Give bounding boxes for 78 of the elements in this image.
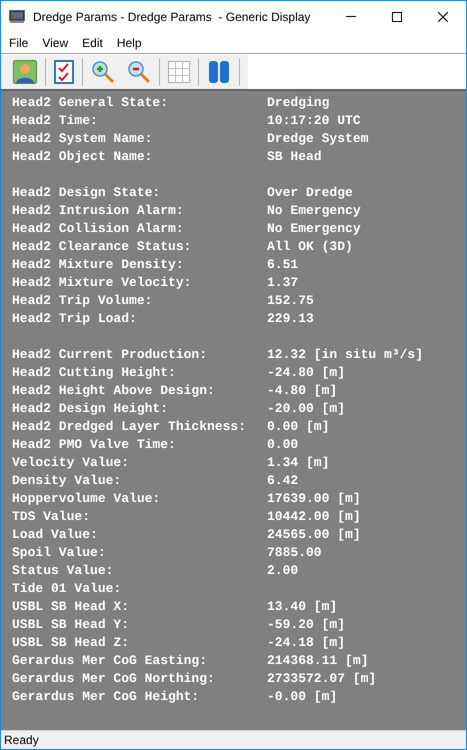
param-label: Head2 Cutting Height:: [12, 364, 177, 382]
param-value: 1.34 [m]: [267, 454, 330, 472]
param-value: 0.00: [267, 436, 298, 454]
param-label: USBL SB Head Y:: [12, 616, 130, 634]
status-text: Ready: [4, 732, 39, 749]
param-value: 6.42: [267, 472, 298, 490]
param-label: Head2 Trip Load:: [12, 310, 138, 328]
param-label: Tide 01 Value:: [12, 580, 122, 598]
param-label: Head2 Intrusion Alarm:: [12, 202, 185, 220]
param-value: 10:17:20 UTC: [267, 112, 361, 130]
param-label: Head2 Design Height:: [12, 400, 170, 418]
monitor-icon: [9, 10, 25, 24]
param-value: 152.75: [267, 292, 314, 310]
param-label: Head2 PMO Valve Time:: [12, 436, 177, 454]
param-value: 7885.00: [267, 544, 322, 562]
param-label: Load Value:: [12, 526, 99, 544]
param-value: 13.40 [m]: [267, 598, 338, 616]
param-label: TDS Value:: [12, 508, 92, 526]
param-label: Velocity Value:: [12, 454, 130, 472]
param-label: Gerardus Mer CoG Easting:: [12, 652, 208, 670]
param-value: -24.18 [m]: [267, 634, 346, 652]
checklist-icon[interactable]: [54, 60, 74, 84]
param-value: Dredge System: [267, 130, 368, 148]
param-value: 6.51: [267, 256, 298, 274]
param-value: Dredging: [267, 94, 330, 112]
param-label: Density Value:: [12, 472, 122, 490]
param-value: -24.80 [m]: [267, 364, 346, 382]
param-value: Over Dredge: [267, 184, 353, 202]
param-label: Head2 Time:: [12, 112, 99, 130]
param-label: Head2 Dredged Layer Thickness:: [12, 418, 248, 436]
param-label: Head2 Mixture Density:: [12, 256, 185, 274]
person-icon[interactable]: [13, 60, 37, 84]
param-label: Head2 Trip Volume:: [12, 292, 154, 310]
param-label: Spoil Value:: [12, 544, 107, 562]
param-value: No Emergency: [267, 220, 361, 238]
param-label: Head2 Mixture Velocity:: [12, 274, 192, 292]
param-label: Head2 Collision Alarm:: [12, 220, 185, 238]
param-label: Hoppervolume Value:: [12, 490, 162, 508]
param-value: 24565.00 [m]: [267, 526, 361, 544]
param-value: -20.00 [m]: [267, 400, 346, 418]
window-title: Dredge Params - Dredge Params - Generic Display: [33, 8, 310, 26]
param-value: 0.00 [m]: [267, 418, 330, 436]
param-value: -4.80 [m]: [267, 382, 338, 400]
param-label: USBL SB Head Z:: [12, 634, 130, 652]
param-label: Status Value:: [12, 562, 114, 580]
menu-item[interactable]: Help: [110, 34, 149, 52]
columns-icon[interactable]: [207, 60, 231, 84]
param-value: -0.00 [m]: [267, 688, 338, 706]
close-icon: [438, 12, 448, 22]
param-label: Gerardus Mer CoG Height:: [12, 688, 200, 706]
param-label: Head2 Design State:: [12, 184, 162, 202]
param-label: USBL SB Head X:: [12, 598, 130, 616]
param-label: Gerardus Mer CoG Northing:: [12, 670, 216, 688]
maximize-icon: [392, 12, 402, 22]
param-value: 2.00: [267, 562, 298, 580]
param-value: All OK (3D): [267, 238, 353, 256]
menu-item[interactable]: View: [35, 34, 76, 52]
param-label: Head2 General State:: [12, 94, 170, 112]
param-value: No Emergency: [267, 202, 361, 220]
param-value: 17639.00 [m]: [267, 490, 361, 508]
param-value: 214368.11 [m]: [267, 652, 368, 670]
zoom-out-icon[interactable]: [127, 60, 151, 84]
menu-item[interactable]: File: [1, 34, 36, 52]
param-label: Head2 Object Name:: [12, 148, 154, 166]
param-value: 2733572.07 [m]: [267, 670, 376, 688]
param-value: 229.13: [267, 310, 314, 328]
param-label: Head2 Clearance Status:: [12, 238, 192, 256]
zoom-in-icon[interactable]: [91, 60, 115, 84]
param-label: Head2 Current Production:: [12, 346, 208, 364]
param-label: Head2 System Name:: [12, 130, 154, 148]
param-value: SB Head: [267, 148, 322, 166]
param-value: -59.20 [m]: [267, 616, 346, 634]
param-value: 12.32 [in situ m³/s]: [267, 346, 424, 364]
param-value: 10442.00 [m]: [267, 508, 361, 526]
param-value: 1.37: [267, 274, 298, 292]
param-label: Head2 Height Above Design:: [12, 382, 216, 400]
minimize-icon: [346, 16, 356, 17]
menu-item[interactable]: Edit: [75, 34, 110, 52]
